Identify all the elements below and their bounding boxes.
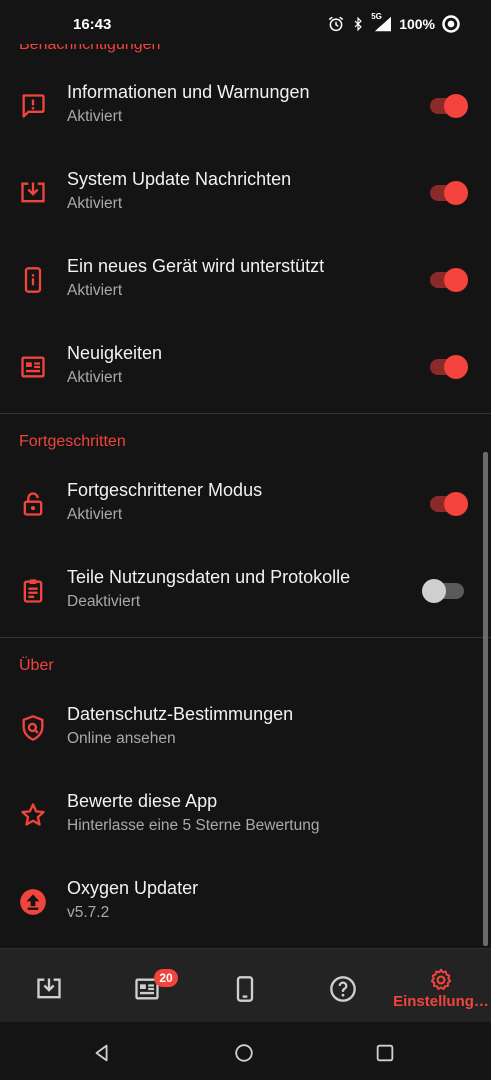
- setting-title: Ein neues Gerät wird unterstützt: [67, 256, 325, 276]
- signal-icon: 5G: [371, 12, 393, 33]
- setting-title: Informationen und Warnungen: [67, 82, 310, 102]
- toggle-thumb: [444, 491, 468, 516]
- setting-subtitle: Aktiviert: [67, 108, 123, 125]
- feedback-alert-icon: [22, 93, 45, 118]
- setting-share-data[interactable]: Teile Nutzungsdaten und Protokolle Deakt…: [0, 547, 491, 634]
- new-device-toggle[interactable]: [422, 267, 470, 292]
- setting-subtitle: Aktiviert: [67, 506, 123, 523]
- scrollbar[interactable]: [483, 452, 488, 946]
- section-header-notifications: Benachrichtigungen: [19, 44, 161, 53]
- section-divider: [0, 413, 491, 414]
- setting-subtitle: Hinterlasse eine 5 Sterne Bewertung: [67, 817, 320, 834]
- news-count-badge: 20: [154, 969, 178, 987]
- setting-subtitle: Online ansehen: [67, 730, 176, 747]
- clipboard-icon: [23, 578, 43, 603]
- settings-gear-icon: [430, 968, 452, 991]
- section-divider: [0, 637, 491, 638]
- status-icons: 5G 100%: [327, 12, 461, 34]
- recents-icon[interactable]: [374, 1042, 396, 1064]
- status-time: 16:43: [73, 16, 112, 33]
- alarm-icon: [328, 16, 344, 32]
- info-warnings-toggle[interactable]: [422, 93, 470, 118]
- setting-rate-app[interactable]: Bewerte diese App Hinterlasse eine 5 Ste…: [0, 771, 491, 858]
- setting-title: Oxygen Updater: [67, 878, 199, 898]
- setting-title: Fortgeschrittener Modus: [67, 480, 263, 500]
- nav-item-device[interactable]: [196, 949, 294, 1023]
- bluetooth-icon: [354, 16, 362, 32]
- setting-subtitle: v5.7.2: [67, 904, 110, 921]
- setting-advanced-mode[interactable]: Fortgeschrittener Modus Aktiviert: [0, 460, 491, 547]
- privacy-shield-icon: [22, 714, 44, 741]
- app-logo-icon: [20, 888, 46, 915]
- newspaper-icon: [21, 356, 45, 377]
- device-info-icon: [24, 266, 42, 293]
- nav-item-help[interactable]: [294, 949, 392, 1023]
- nav-item-settings[interactable]: Einstellung…: [392, 949, 490, 1023]
- nav-item-news[interactable]: 20: [98, 949, 196, 1023]
- setting-title: System Update Nachrichten: [67, 169, 292, 189]
- setting-system-update[interactable]: System Update Nachrichten Aktiviert: [0, 149, 491, 236]
- setting-title: Neuigkeiten: [67, 343, 163, 363]
- battery-percent: 100%: [399, 16, 435, 32]
- download-icon: [37, 978, 61, 999]
- star-outline-icon: [21, 802, 45, 826]
- nav-label-settings: Einstellung…: [393, 993, 489, 1010]
- setting-title: Teile Nutzungsdaten und Protokolle: [67, 567, 351, 587]
- toggle-thumb: [444, 267, 468, 292]
- setting-news[interactable]: Neuigkeiten Aktiviert: [0, 323, 491, 410]
- help-icon: [330, 976, 356, 1002]
- back-icon[interactable]: [91, 1042, 113, 1064]
- section-header-about: Über: [19, 657, 54, 674]
- toggle-thumb: [444, 93, 468, 118]
- share-data-toggle[interactable]: [422, 578, 470, 603]
- toggle-thumb: [444, 180, 468, 205]
- bottom-navigation: 20 Einstellung…: [0, 948, 491, 1022]
- battery-icon: [442, 15, 460, 33]
- lock-open-icon: [23, 491, 43, 516]
- setting-title: Bewerte diese App: [67, 791, 218, 811]
- setting-new-device[interactable]: Ein neues Gerät wird unterstützt Aktivie…: [0, 236, 491, 323]
- section-header-advanced: Fortgeschritten: [19, 433, 126, 450]
- advanced-mode-toggle[interactable]: [422, 491, 470, 516]
- phone-icon: [236, 976, 254, 1002]
- setting-subtitle: Aktiviert: [67, 282, 123, 299]
- news-toggle[interactable]: [422, 354, 470, 379]
- setting-subtitle: Aktiviert: [67, 369, 123, 386]
- system-navigation-bar: [0, 1022, 491, 1080]
- home-icon[interactable]: [233, 1042, 255, 1064]
- system-update-icon: [21, 182, 45, 202]
- toggle-thumb: [422, 578, 446, 603]
- settings-list[interactable]: Benachrichtigungen Informationen und War…: [0, 44, 491, 948]
- toggle-thumb: [444, 354, 468, 379]
- setting-privacy-policy[interactable]: Datenschutz-Bestimmungen Online ansehen: [0, 684, 491, 771]
- setting-info-warnings[interactable]: Informationen und Warnungen Aktiviert: [0, 62, 491, 149]
- setting-subtitle: Aktiviert: [67, 195, 123, 212]
- status-bar: 16:43 5G 100%: [0, 0, 491, 44]
- setting-subtitle: Deaktiviert: [67, 593, 141, 610]
- system-update-toggle[interactable]: [422, 180, 470, 205]
- setting-title: Datenschutz-Bestimmungen: [67, 704, 294, 724]
- nav-item-updates[interactable]: [0, 949, 98, 1023]
- setting-app-info[interactable]: Oxygen Updater v5.7.2: [0, 858, 491, 945]
